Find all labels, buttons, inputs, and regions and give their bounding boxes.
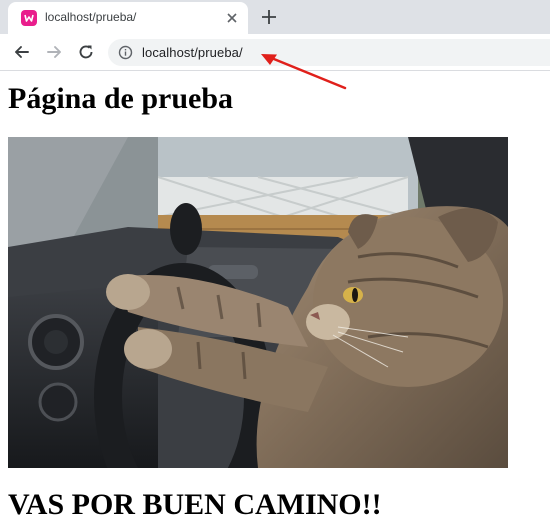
close-icon[interactable] xyxy=(224,10,240,26)
wamp-favicon-icon xyxy=(21,10,37,26)
page-title: Página de prueba xyxy=(8,82,234,115)
annotation-arrow xyxy=(261,54,347,90)
tab-strip: localhost/prueba/ xyxy=(0,0,550,34)
browser-tab[interactable]: localhost/prueba/ xyxy=(8,2,248,34)
cat-driving-car-photo xyxy=(8,137,508,468)
info-icon[interactable] xyxy=(118,45,133,60)
arrow-left-icon[interactable] xyxy=(12,42,32,62)
address-text: localhost/prueba/ xyxy=(142,45,243,60)
reload-icon[interactable] xyxy=(76,42,96,62)
tab-title: localhost/prueba/ xyxy=(45,10,137,24)
success-message: VAS POR BUEN CAMINO!! xyxy=(8,488,382,521)
plus-icon[interactable] xyxy=(260,8,278,26)
arrow-right-icon[interactable] xyxy=(44,42,64,62)
